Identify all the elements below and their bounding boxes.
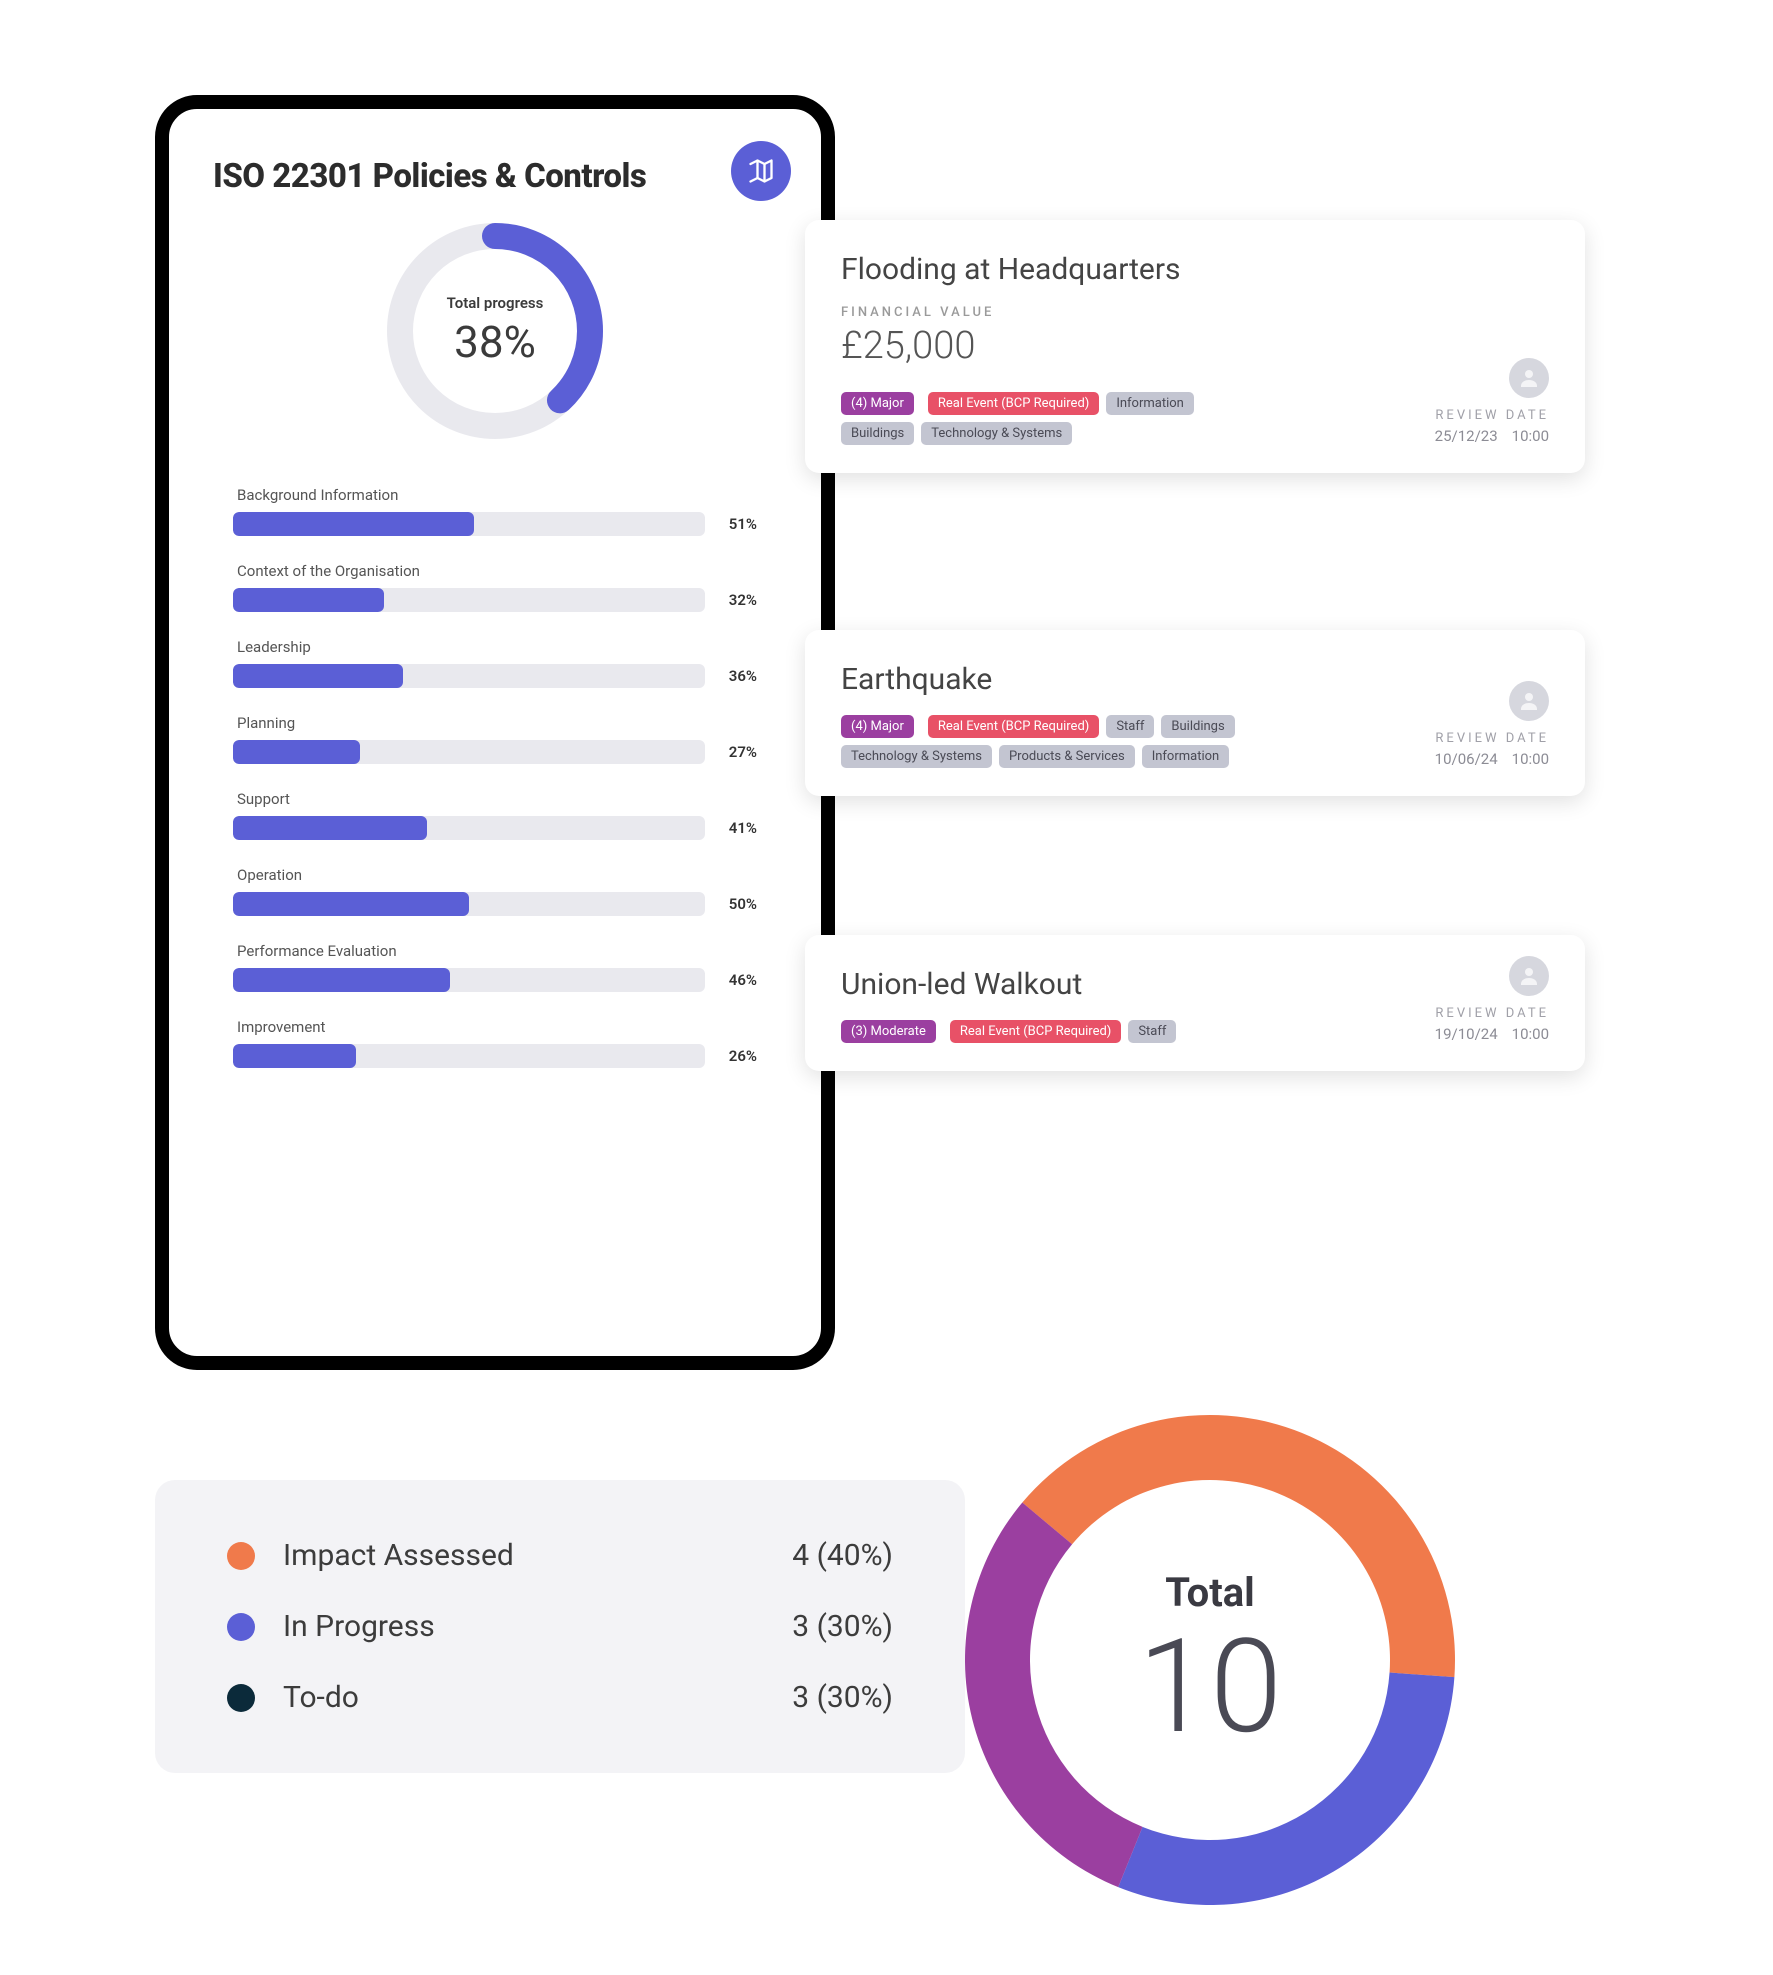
total-donut-chart: Total 10 <box>950 1400 1470 1920</box>
review-date: 19/10/24 <box>1435 1025 1498 1043</box>
tag-list: (3) Moderate Real Event (BCP Required) Sta… <box>841 1020 1261 1043</box>
bar-track <box>233 968 705 992</box>
bar-label: Operation <box>233 866 757 884</box>
review-date: 25/12/23 <box>1435 427 1498 445</box>
bar-label: Context of the Organisation <box>233 562 757 580</box>
bar-track <box>233 512 705 536</box>
bar-percent: 41% <box>715 819 757 837</box>
review-date: 10/06/24 <box>1435 750 1498 768</box>
bar-fill <box>233 1044 356 1068</box>
category-tag: Staff <box>1128 1020 1176 1043</box>
bar-label: Background Information <box>233 486 757 504</box>
map-icon[interactable] <box>731 141 791 201</box>
bar-fill <box>233 512 474 536</box>
legend-row: In Progress 3 (30%) <box>227 1609 893 1644</box>
event-type-tag: Real Event (BCP Required) <box>950 1020 1121 1043</box>
bar-label: Improvement <box>233 1018 757 1036</box>
bar-fill <box>233 816 427 840</box>
bar-fill <box>233 588 384 612</box>
review-date-label: REVIEW DATE <box>1435 408 1549 423</box>
category-tag: Buildings <box>1161 715 1234 738</box>
category-tag: Information <box>1142 745 1230 768</box>
legend-value: 3 (30%) <box>792 1609 893 1644</box>
progress-bar-item: Planning 27% <box>233 714 757 764</box>
category-tag: Buildings <box>841 422 914 445</box>
category-tag: Staff <box>1106 715 1154 738</box>
avatar-icon <box>1509 681 1549 721</box>
severity-tag: (3) Moderate <box>841 1020 936 1043</box>
legend-label: To-do <box>283 1680 764 1715</box>
bar-track <box>233 588 705 612</box>
category-tag: Information <box>1106 392 1194 415</box>
bar-track <box>233 1044 705 1068</box>
severity-tag: (4) Major <box>841 392 914 415</box>
tag-list: (4) Major Real Event (BCP Required) Inform… <box>841 392 1261 445</box>
page-title: ISO 22301 Policies & Controls <box>213 157 777 196</box>
progress-percent: 38% <box>454 316 536 368</box>
bar-percent: 46% <box>715 971 757 989</box>
progress-bar-item: Improvement 26% <box>233 1018 757 1068</box>
legend-value: 4 (40%) <box>792 1538 893 1573</box>
progress-bar-item: Leadership 36% <box>233 638 757 688</box>
legend-row: To-do 3 (30%) <box>227 1680 893 1715</box>
event-type-tag: Real Event (BCP Required) <box>928 715 1099 738</box>
event-type-tag: Real Event (BCP Required) <box>928 392 1099 415</box>
total-label: Total <box>1165 1569 1255 1616</box>
legend-panel: Impact Assessed 4 (40%) In Progress 3 (30%)… <box>155 1480 965 1773</box>
total-value: 10 <box>1138 1622 1282 1752</box>
progress-bar-item: Performance Evaluation 46% <box>233 942 757 992</box>
bar-label: Planning <box>233 714 757 732</box>
category-tag: Technology & Systems <box>841 745 992 768</box>
legend-dot-icon <box>227 1613 255 1641</box>
review-time: 10:00 <box>1512 750 1549 768</box>
legend-label: Impact Assessed <box>283 1538 764 1573</box>
progress-bar-item: Context of the Organisation 32% <box>233 562 757 612</box>
review-time: 10:00 <box>1512 1025 1549 1043</box>
bar-track <box>233 816 705 840</box>
avatar-icon <box>1509 358 1549 398</box>
category-tag: Products & Services <box>999 745 1135 768</box>
review-date-label: REVIEW DATE <box>1435 731 1549 746</box>
severity-tag: (4) Major <box>841 715 914 738</box>
avatar-icon <box>1509 956 1549 996</box>
policies-panel: ISO 22301 Policies & Controls Total prog… <box>155 95 835 1370</box>
legend-value: 3 (30%) <box>792 1680 893 1715</box>
bar-fill <box>233 664 403 688</box>
financial-label: FINANCIAL VALUE <box>841 305 1549 320</box>
legend-label: In Progress <box>283 1609 764 1644</box>
progress-bar-item: Background Information 51% <box>233 486 757 536</box>
incident-card[interactable]: Union-led Walkout(3) ModerateReal Event … <box>805 935 1585 1071</box>
progress-bars: Background Information 51% Context of the … <box>213 486 777 1068</box>
bar-percent: 50% <box>715 895 757 913</box>
bar-percent: 27% <box>715 743 757 761</box>
review-date-label: REVIEW DATE <box>1435 1006 1549 1021</box>
bar-percent: 32% <box>715 591 757 609</box>
bar-fill <box>233 892 469 916</box>
bar-label: Leadership <box>233 638 757 656</box>
bar-track <box>233 892 705 916</box>
category-tag: Technology & Systems <box>921 422 1072 445</box>
bar-fill <box>233 740 360 764</box>
tag-list: (4) Major Real Event (BCP Required) Staff B… <box>841 715 1261 768</box>
incident-title: Flooding at Headquarters <box>841 252 1549 287</box>
review-time: 10:00 <box>1512 427 1549 445</box>
bar-percent: 26% <box>715 1047 757 1065</box>
legend-dot-icon <box>227 1684 255 1712</box>
bar-track <box>233 740 705 764</box>
legend-row: Impact Assessed 4 (40%) <box>227 1538 893 1573</box>
progress-label: Total progress <box>447 294 544 312</box>
bar-track <box>233 664 705 688</box>
bar-percent: 36% <box>715 667 757 685</box>
progress-bar-item: Operation 50% <box>233 866 757 916</box>
bar-label: Support <box>233 790 757 808</box>
bar-percent: 51% <box>715 515 757 533</box>
incident-card[interactable]: Earthquake(4) MajorReal Event (BCP Requi… <box>805 630 1585 796</box>
progress-bar-item: Support 41% <box>233 790 757 840</box>
bar-fill <box>233 968 450 992</box>
incident-card[interactable]: Flooding at HeadquartersFINANCIAL VALUE£… <box>805 220 1585 473</box>
progress-donut: Total progress 38% <box>213 216 777 446</box>
bar-label: Performance Evaluation <box>233 942 757 960</box>
legend-dot-icon <box>227 1542 255 1570</box>
